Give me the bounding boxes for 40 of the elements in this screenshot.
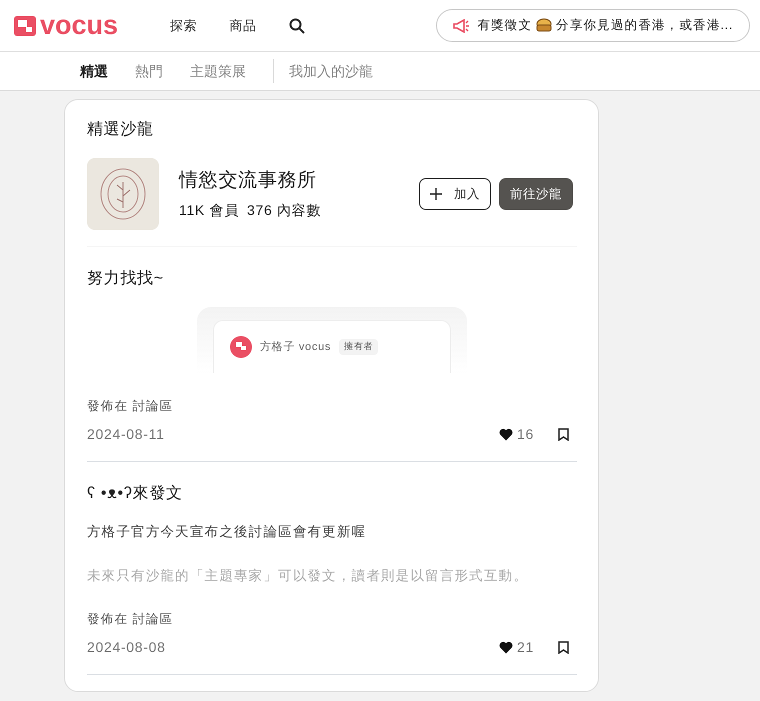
tab[interactable]: 主題策展 — [190, 60, 261, 82]
logo-icon — [14, 16, 36, 36]
post-paragraph: 未來只有沙龍的「主題專家」可以發文，讀者則是以留言形式互動。 — [87, 567, 529, 585]
salon-name[interactable]: 情慾交流事務所 — [179, 167, 322, 196]
announcement-bar[interactable]: 有獎徵文 分享你見過的香港，或香港... — [436, 9, 750, 42]
content-count: 376 內容數 — [246, 200, 322, 220]
bookmark-button[interactable] — [558, 428, 569, 441]
like-count: 21 — [517, 638, 534, 657]
bookmark-icon — [558, 641, 569, 654]
plus-icon — [430, 188, 442, 200]
post-date: 2024-08-11 — [87, 424, 165, 444]
announcement-text: 分享你見過的香港，或香港... — [556, 17, 733, 34]
posted-in: 發佈在 討論區 — [87, 398, 174, 415]
post-title[interactable]: ʕ •ᴥ•ʔ來發文 — [87, 482, 577, 506]
like-count: 16 — [517, 424, 534, 444]
search-icon — [288, 18, 305, 34]
member-count: 11K 會員 — [179, 200, 239, 220]
tab[interactable]: 我加入的沙龍 — [289, 60, 388, 82]
join-button[interactable]: 加入 — [419, 178, 491, 210]
preview-author: 方格子 vocus — [260, 340, 332, 355]
post-paragraph: 方格子官方今天宣布之後討論區會有更新喔 — [87, 522, 368, 541]
tab[interactable]: 精選 — [80, 60, 123, 82]
post-title[interactable]: 努力找找~ — [87, 267, 577, 291]
tab[interactable]: 熱門 — [135, 60, 178, 82]
posted-in: 發佈在 討論區 — [87, 611, 174, 628]
bookmark-icon — [558, 428, 569, 441]
go-to-salon-button[interactable]: 前往沙龍 — [499, 178, 573, 210]
vocus-avatar-icon — [230, 336, 252, 358]
nav-link[interactable]: 探索 — [170, 16, 206, 36]
nav-link[interactable]: 商品 — [229, 16, 265, 36]
heart-icon — [499, 428, 514, 441]
post-date: 2024-08-08 — [87, 638, 166, 657]
heart-icon — [499, 641, 514, 654]
megaphone-icon — [453, 18, 470, 32]
preview-badge: 擁有者 — [339, 339, 378, 355]
announcement-label: 有獎徵文 — [477, 17, 532, 34]
section-title: 精選沙龍 — [87, 120, 155, 140]
bookmark-button[interactable] — [558, 641, 569, 654]
basket-icon — [536, 18, 552, 33]
logo-text[interactable]: vocus — [40, 12, 118, 39]
